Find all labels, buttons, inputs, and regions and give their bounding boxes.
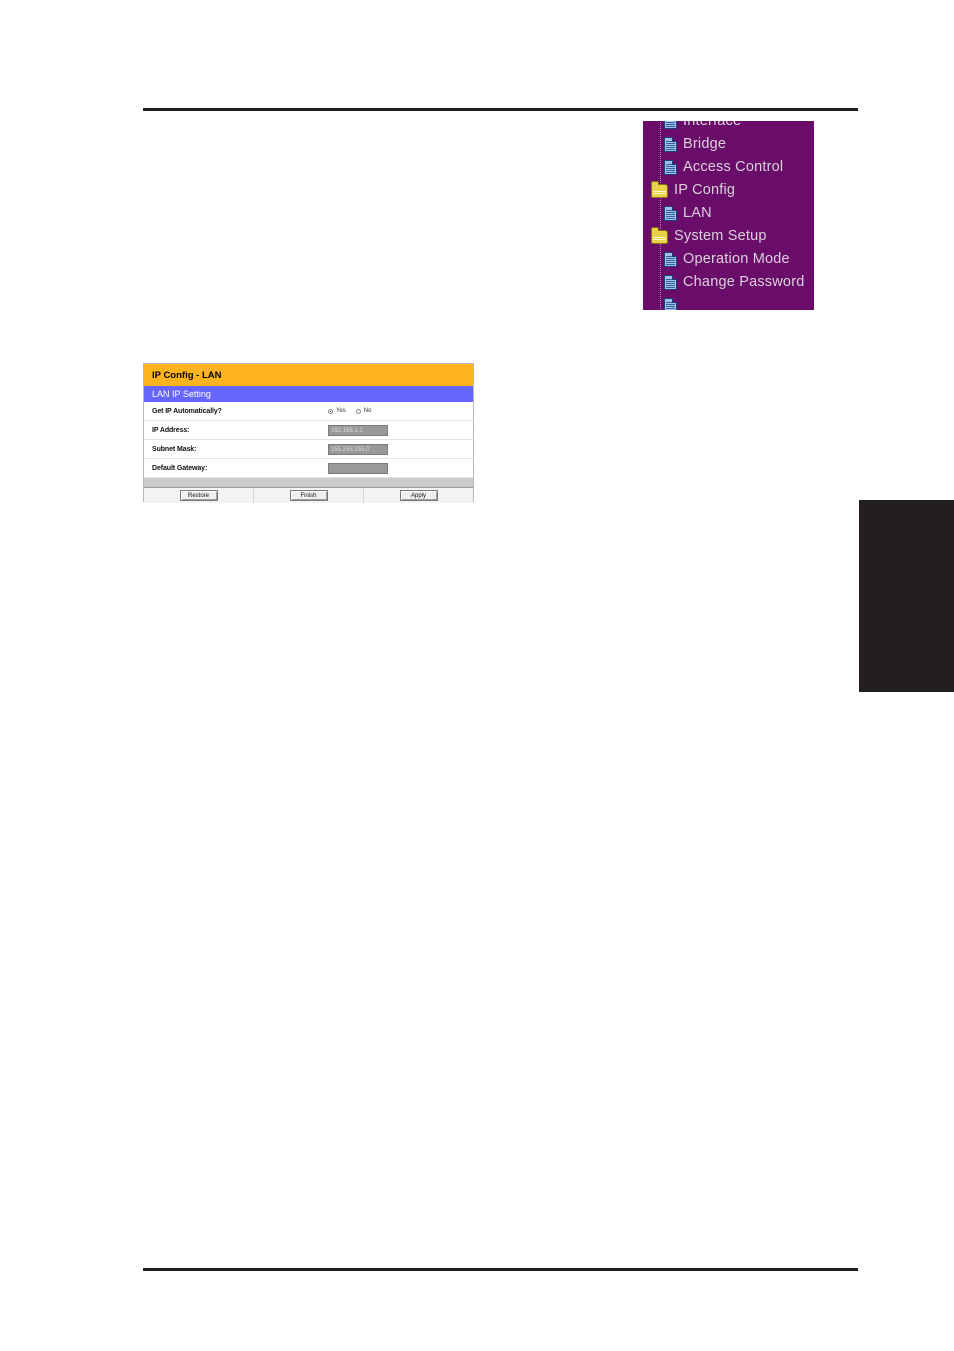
sidebar-item-change-password[interactable]: Change Password [643, 271, 814, 294]
page-rule-top [143, 108, 858, 111]
field-value: 255.255.255.0 [326, 443, 473, 455]
page-rule-bottom [143, 1268, 858, 1271]
field-row-default-gateway: Default Gateway: [144, 459, 473, 478]
sidebar-item-system-setup[interactable]: System Setup [643, 225, 814, 248]
lan-config-panel: IP Config - LAN LAN IP Setting Get IP Au… [143, 363, 474, 503]
sidebar-item-clipped[interactable] [643, 294, 814, 310]
field-row-get-ip-automatically: Get IP Automatically? Yes No [144, 402, 473, 421]
document-icon [664, 206, 677, 221]
sidebar-item-label: System Setup [674, 228, 767, 245]
panel-subtitle: LAN IP Setting [144, 386, 473, 402]
sidebar-item-bridge[interactable]: Bridge [643, 133, 814, 156]
field-label: Get IP Automatically? [152, 407, 222, 415]
sidebar-item-ip-config[interactable]: IP Config [643, 179, 814, 202]
restore-button[interactable]: Restore [179, 490, 218, 501]
field-label: IP Address: [152, 426, 190, 434]
sidebar-item-interface[interactable]: Interface [643, 121, 814, 133]
field-row-ip-address: IP Address: 192.168.1.1 [144, 421, 473, 440]
field-label: Default Gateway: [152, 464, 208, 472]
tree-connector-line [660, 121, 662, 310]
document-icon [664, 275, 677, 290]
sidebar-item-label: Bridge [683, 136, 727, 153]
sidebar-item-label: Change Password [683, 274, 805, 291]
sidebar-item-label: IP Config [674, 182, 736, 199]
sidebar-item-lan[interactable]: LAN [643, 202, 814, 225]
sidebar-item-list: Interface Bridge Access Control IP Confi… [643, 121, 814, 310]
radio-no[interactable] [355, 408, 361, 414]
panel-separator [144, 478, 473, 488]
document-icon [664, 137, 677, 152]
field-value: 192.168.1.1 [326, 424, 473, 436]
field-value [326, 462, 473, 474]
folder-icon [651, 180, 668, 198]
sidebar-item-operation-mode[interactable]: Operation Mode [643, 248, 814, 271]
panel-button-bar: Restore Finish Apply [144, 488, 473, 503]
document-icon [664, 252, 677, 267]
restore-button-cell: Restore [144, 488, 254, 503]
folder-icon [651, 226, 668, 244]
radio-no-label: No [363, 408, 372, 414]
sidebar-item-label: Operation Mode [683, 251, 790, 268]
finish-button-cell: Finish [254, 488, 364, 503]
document-icon [664, 160, 677, 175]
page-edge-tab [859, 500, 954, 692]
apply-button-cell: Apply [364, 488, 473, 503]
subnet-mask-input[interactable]: 255.255.255.0 [328, 443, 388, 455]
sidebar-item-label: Access Control [683, 159, 784, 176]
document-icon [664, 121, 677, 129]
get-ip-radio-group: Yes No [328, 408, 371, 414]
field-row-subnet-mask: Subnet Mask: 255.255.255.0 [144, 440, 473, 459]
sidebar-item-label: LAN [683, 205, 712, 222]
document-icon [664, 298, 677, 310]
router-sidebar-menu: Interface Bridge Access Control IP Confi… [643, 121, 814, 310]
default-gateway-input[interactable] [328, 462, 388, 474]
sidebar-item-access-control[interactable]: Access Control [643, 156, 814, 179]
radio-yes[interactable] [328, 408, 333, 414]
finish-button[interactable]: Finish [289, 490, 328, 501]
field-value: Yes No [326, 408, 473, 414]
ip-address-input[interactable]: 192.168.1.1 [328, 424, 388, 436]
field-label: Subnet Mask: [152, 445, 197, 453]
radio-yes-label: Yes [336, 408, 346, 414]
apply-button[interactable]: Apply [399, 490, 438, 501]
panel-title: IP Config - LAN [144, 364, 473, 386]
sidebar-item-label: Interface [683, 121, 742, 130]
